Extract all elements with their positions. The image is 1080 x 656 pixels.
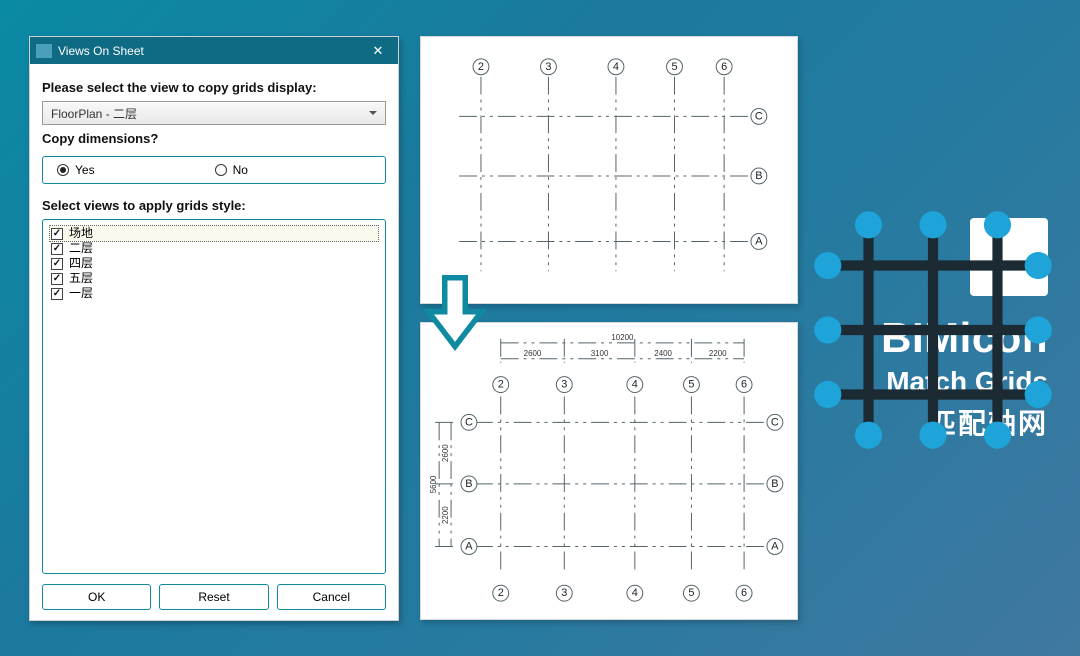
ok-button[interactable]: OK <box>42 584 151 610</box>
svg-text:5: 5 <box>671 61 677 73</box>
svg-text:2: 2 <box>498 587 504 599</box>
svg-text:A: A <box>465 540 473 552</box>
list-item-label: 一层 <box>69 286 93 301</box>
svg-text:5: 5 <box>688 587 694 599</box>
radio-no-label: No <box>233 163 248 177</box>
svg-text:C: C <box>771 416 779 428</box>
svg-text:B: B <box>465 478 472 490</box>
svg-text:A: A <box>755 235 763 247</box>
svg-text:2200: 2200 <box>709 349 727 358</box>
combo-source-view[interactable]: FloorPlan - 二层 <box>42 101 386 125</box>
dialog-body: Please select the view to copy grids dis… <box>30 64 398 620</box>
svg-text:5: 5 <box>688 379 694 391</box>
close-icon[interactable]: ✕ <box>364 40 392 62</box>
panel-grids-before: 2 3 4 5 6 C B A <box>420 36 798 304</box>
radio-copy-dimensions: Yes No <box>42 156 386 184</box>
svg-text:6: 6 <box>741 379 747 391</box>
dialog-views-on-sheet: Views On Sheet ✕ Please select the view … <box>29 36 399 621</box>
prompt-select-views: Select views to apply grids style: <box>42 198 386 213</box>
radio-dot-icon <box>215 164 227 176</box>
svg-text:B: B <box>771 478 778 490</box>
prompt-copy-dims: Copy dimensions? <box>42 131 386 146</box>
button-row: OK Reset Cancel <box>42 584 386 610</box>
list-item[interactable]: 场地 <box>49 225 379 242</box>
radio-yes-label: Yes <box>75 163 95 177</box>
svg-text:3: 3 <box>561 379 567 391</box>
list-item-label: 五层 <box>69 271 93 286</box>
prompt-copy-source: Please select the view to copy grids dis… <box>42 80 386 95</box>
svg-text:2400: 2400 <box>654 349 672 358</box>
checkbox-icon[interactable] <box>51 228 63 240</box>
svg-text:6: 6 <box>741 587 747 599</box>
combo-value: FloorPlan - 二层 <box>51 105 137 122</box>
svg-text:3: 3 <box>561 587 567 599</box>
svg-text:2600: 2600 <box>524 349 542 358</box>
logo-icon <box>970 218 1048 296</box>
branding-block: BIMicon Match Grids 匹配轴网 <box>818 218 1048 442</box>
reset-button[interactable]: Reset <box>159 584 268 610</box>
dialog-titlebar[interactable]: Views On Sheet ✕ <box>30 37 398 64</box>
svg-text:4: 4 <box>613 61 619 73</box>
arrow-down-icon <box>425 278 485 350</box>
list-item[interactable]: 四层 <box>51 256 377 271</box>
svg-text:10200: 10200 <box>611 333 634 342</box>
app-icon <box>36 44 52 58</box>
svg-text:C: C <box>755 110 763 122</box>
checkbox-icon[interactable] <box>51 258 63 270</box>
cancel-button[interactable]: Cancel <box>277 584 386 610</box>
svg-text:2600: 2600 <box>441 444 450 462</box>
svg-text:4: 4 <box>632 587 638 599</box>
checkbox-icon[interactable] <box>51 288 63 300</box>
panel-grids-after: 2233445566CCBBAA102002600310024002200560… <box>420 322 798 620</box>
list-item[interactable]: 一层 <box>51 286 377 301</box>
checkbox-icon[interactable] <box>51 273 63 285</box>
list-item[interactable]: 二层 <box>51 241 377 256</box>
radio-no[interactable]: No <box>215 163 248 177</box>
list-item-label: 场地 <box>69 226 93 241</box>
radio-dot-icon <box>57 164 69 176</box>
svg-text:3100: 3100 <box>591 349 609 358</box>
svg-text:6: 6 <box>721 61 727 73</box>
svg-text:3: 3 <box>545 61 551 73</box>
radio-yes[interactable]: Yes <box>57 163 95 177</box>
svg-text:A: A <box>771 540 779 552</box>
list-target-views[interactable]: 场地二层四层五层一层 <box>42 219 386 574</box>
checkbox-icon[interactable] <box>51 243 63 255</box>
svg-text:2200: 2200 <box>441 506 450 524</box>
list-item-label: 二层 <box>69 241 93 256</box>
svg-text:2: 2 <box>498 379 504 391</box>
list-item[interactable]: 五层 <box>51 271 377 286</box>
svg-text:2: 2 <box>478 61 484 73</box>
svg-text:B: B <box>755 170 762 182</box>
svg-text:C: C <box>465 416 473 428</box>
svg-text:4: 4 <box>632 379 638 391</box>
dialog-title: Views On Sheet <box>58 44 364 58</box>
list-item-label: 四层 <box>69 256 93 271</box>
